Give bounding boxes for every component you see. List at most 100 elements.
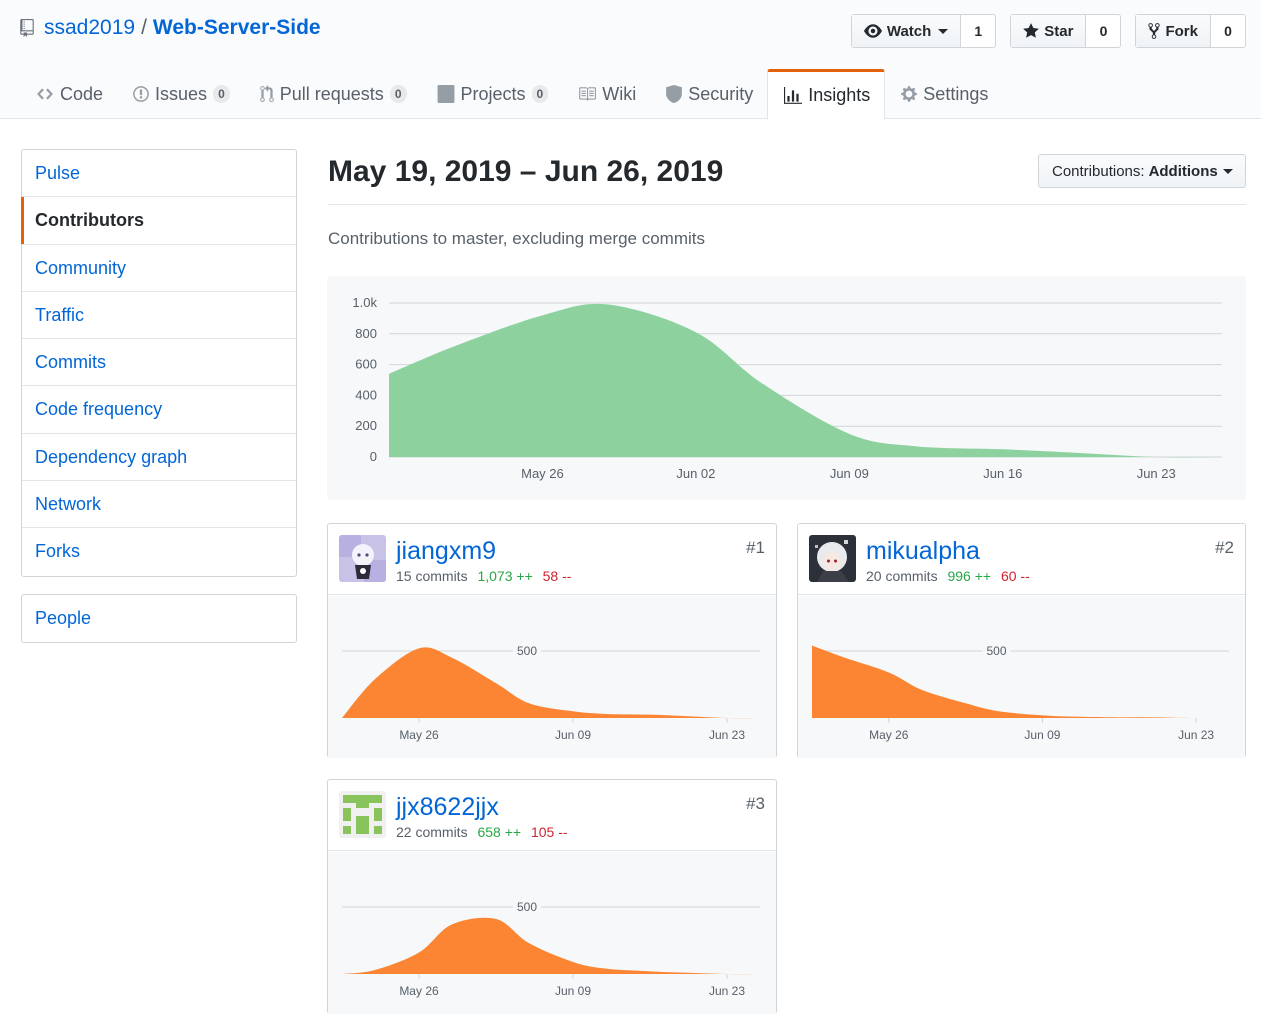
graph-icon	[784, 86, 803, 104]
repo-actions: Watch 1 Star 0 Fork 0	[850, 14, 1246, 48]
avatar-image-mikualpha	[809, 535, 856, 582]
contributor-stats: 20 commits 996 ++ 60 --	[866, 568, 1030, 584]
contributor-stats: 15 commits 1,073 ++ 58 --	[396, 568, 571, 584]
sidebar-item-traffic[interactable]: Traffic	[22, 292, 296, 340]
deletions-count: 58 --	[542, 568, 572, 584]
tab-issues[interactable]: Issues 0	[117, 69, 244, 119]
x-tick-label: May 26	[399, 984, 439, 998]
contributor-graph: 500 May 26 Jun 09 Jun 23	[328, 852, 776, 1014]
sidebar-item-contributors[interactable]: Contributors	[21, 197, 296, 245]
contributions-type-select[interactable]: Contributions: Additions	[1038, 154, 1246, 188]
tab-projects-label: Projects	[460, 83, 526, 104]
book-icon	[579, 87, 597, 101]
contributor-login-link[interactable]: jjx8622jjx	[396, 793, 499, 822]
x-tick-label: Jun 09	[555, 984, 591, 998]
contributor-rank: #1	[746, 538, 765, 557]
contributor-card: jjx8622jjx 22 commits 658 ++ 105 -- #3 5…	[327, 779, 777, 1014]
sidebar-item-network[interactable]: Network	[22, 481, 296, 529]
tab-pull-requests[interactable]: Pull requests 0	[244, 69, 421, 119]
fork-count[interactable]: 0	[1211, 15, 1245, 47]
avatar[interactable]	[809, 535, 856, 582]
chevron-down-icon	[938, 28, 949, 34]
contributor-card: jiangxm9 15 commits 1,073 ++ 58 -- #1 50…	[327, 523, 777, 758]
fork-icon	[1148, 23, 1161, 39]
repo-owner-link[interactable]: ssad2019	[44, 16, 135, 40]
watch-label: Watch	[886, 22, 932, 40]
pull-request-icon	[260, 85, 274, 102]
tab-issues-label: Issues	[155, 83, 208, 104]
contributor-graph: 500 May 26 Jun 09 Jun 23	[798, 596, 1245, 758]
contributor-card-header: jiangxm9 15 commits 1,073 ++ 58 -- #1	[328, 524, 776, 595]
select-prefix: Contributions:	[1052, 162, 1145, 180]
tab-code[interactable]: Code	[20, 69, 117, 119]
tab-insights[interactable]: Insights	[767, 69, 886, 120]
contributor-login-link[interactable]: jiangxm9	[396, 537, 496, 566]
x-tick-label: Jun 23	[709, 728, 745, 742]
issue-icon	[133, 86, 149, 102]
sidebar-item-people[interactable]: People	[22, 595, 296, 642]
sidebar-item-forks[interactable]: Forks	[22, 528, 296, 575]
contributor-card-header: mikualpha 20 commits 996 ++ 60 -- #2	[798, 524, 1245, 595]
pull-requests-count-badge: 0	[389, 85, 407, 103]
tab-security[interactable]: Security	[650, 69, 767, 119]
repo-name-link[interactable]: Web-Server-Side	[153, 16, 321, 40]
star-group: Star 0	[1010, 14, 1122, 48]
watch-group: Watch 1	[850, 14, 997, 48]
contributor-login-link[interactable]: mikualpha	[866, 537, 980, 566]
fork-group: Fork 0	[1135, 14, 1246, 48]
avatar[interactable]	[339, 791, 386, 838]
area-series	[812, 645, 1229, 719]
divider	[328, 204, 1246, 205]
repo-nav-tabs: Code Issues 0 Pull requests 0 Projects 0…	[20, 69, 1002, 120]
star-label: Star	[1044, 22, 1074, 40]
additions-count: 1,073 ++	[477, 568, 533, 584]
contributor-chart-svg: 500 May 26 Jun 09 Jun 23	[812, 644, 1229, 742]
y-tick-label: 500	[986, 644, 1006, 658]
additions-count: 996 ++	[947, 568, 992, 584]
sidebar-item-pulse[interactable]: Pulse	[22, 150, 296, 198]
sidebar-item-community[interactable]: Community	[22, 245, 296, 292]
issues-count-badge: 0	[213, 85, 230, 103]
star-icon	[1023, 23, 1040, 38]
project-icon	[437, 85, 454, 103]
watch-count[interactable]: 1	[961, 15, 995, 47]
x-tick-label: Jun 16	[983, 466, 1022, 481]
star-count[interactable]: 0	[1086, 15, 1120, 47]
date-range-title: May 19, 2019 – Jun 26, 2019	[328, 155, 724, 188]
avatar[interactable]	[339, 535, 386, 582]
watch-button[interactable]: Watch	[851, 15, 962, 47]
contributor-chart-svg: 500 May 26 Jun 09 Jun 23	[342, 900, 760, 998]
commit-count-link[interactable]: 22 commits	[396, 824, 468, 840]
gear-icon	[901, 86, 918, 102]
sidebar-item-commits[interactable]: Commits	[22, 339, 296, 387]
tab-wiki[interactable]: Wiki	[562, 69, 650, 119]
sidebar-item-dependency-graph[interactable]: Dependency graph	[22, 434, 296, 482]
main-contributions-graph: 1.0k 800 600 400 200 0 May 26 Jun 02 Jun 09 Jun 1…	[327, 276, 1246, 500]
fork-button[interactable]: Fork	[1136, 15, 1211, 47]
tab-projects[interactable]: Projects 0	[421, 69, 563, 119]
area-series	[342, 647, 760, 719]
repo-title: ssad2019 / Web-Server-Side	[20, 16, 321, 40]
contributor-rank: #3	[746, 794, 765, 813]
sidebar-item-code-frequency[interactable]: Code frequency	[22, 386, 296, 434]
repo-icon	[20, 19, 34, 37]
tab-wiki-label: Wiki	[602, 83, 637, 104]
eye-icon	[863, 24, 882, 38]
x-tick-label: Jun 09	[555, 728, 591, 742]
contributions-subtitle: Contributions to master, excluding merge…	[328, 229, 705, 248]
contributor-card-header: jjx8622jjx 22 commits 658 ++ 105 -- #3	[328, 780, 776, 851]
star-button[interactable]: Star	[1011, 15, 1087, 47]
commit-count-link[interactable]: 20 commits	[866, 568, 938, 584]
tab-settings[interactable]: Settings	[885, 69, 1002, 119]
x-tick-label: May 26	[399, 728, 439, 742]
y-tick-label: 600	[355, 357, 377, 372]
contributor-graph: 500 May 26 Jun 09 Jun 23	[328, 596, 776, 758]
shield-icon	[666, 85, 683, 103]
projects-count-badge: 0	[531, 85, 549, 103]
y-tick-label: 500	[517, 900, 537, 914]
deletions-count: 105 --	[530, 824, 568, 840]
x-tick-label: Jun 23	[1137, 466, 1176, 481]
commit-count-link[interactable]: 15 commits	[396, 568, 468, 584]
x-tick-label: Jun 02	[676, 466, 715, 481]
x-tick-label: May 26	[869, 728, 909, 742]
